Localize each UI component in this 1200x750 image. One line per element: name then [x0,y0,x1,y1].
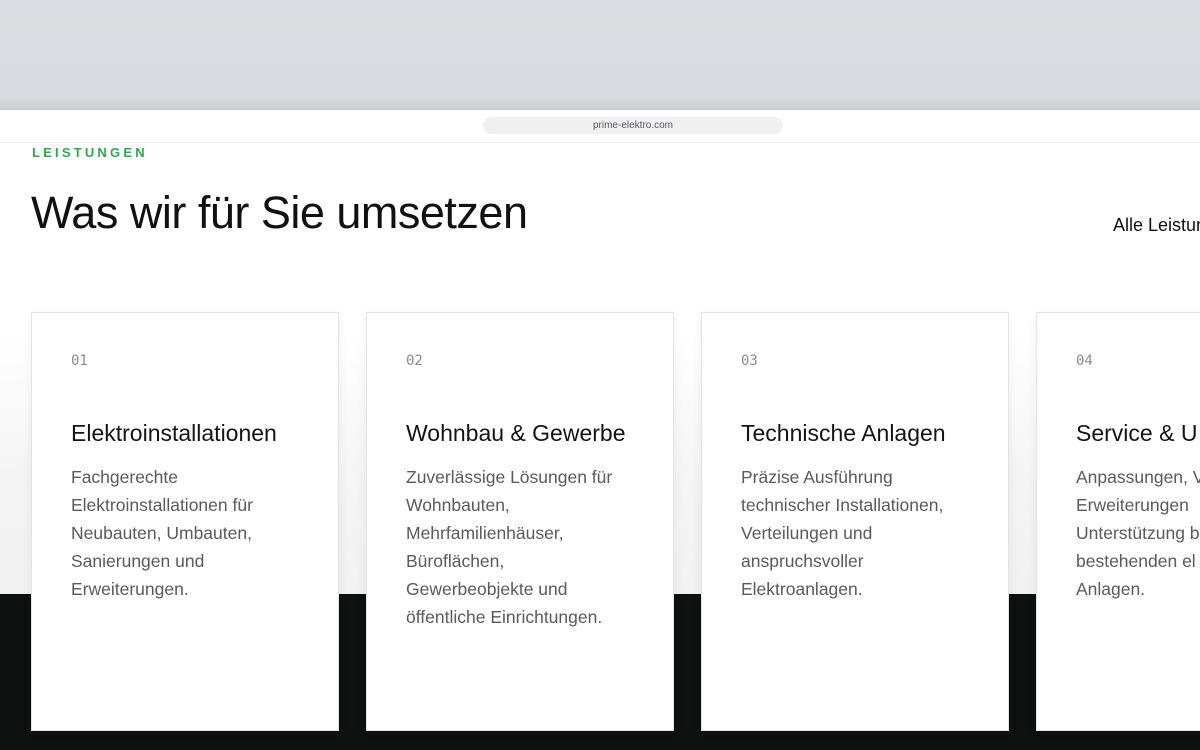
all-services-link[interactable]: Alle Leistungen [1113,215,1200,236]
url-field[interactable]: prime-elektro.com [483,117,783,134]
description-line: Anlagen. [1076,579,1146,599]
service-card-4[interactable]: 04 Service & U Anpassungen, V Erweiterun… [1036,312,1200,731]
description-line: Verteilungen und [741,523,873,543]
description-line: Elektroinstallationen für [71,495,253,515]
service-card-2[interactable]: 02 Wohnbau & Gewerbe Zuverlässige Lösung… [366,312,674,731]
service-card-1[interactable]: 01 Elektroinstallationen Fachgerechte El… [31,312,339,731]
card-number: 04 [1076,353,1093,369]
description-line: öffentliche Einrichtungen. [406,607,603,627]
description-line: Erweiterungen. [71,579,189,599]
description-line: Fachgerechte [71,467,179,487]
card-title: Technische Anlagen [741,420,946,446]
description-line: Neubauten, Umbauten, [71,523,252,543]
section-eyebrow: LEISTUNGEN [32,145,148,160]
description-line: Büroflächen, [406,551,505,571]
browser-top-chrome [0,0,1200,110]
card-number: 02 [406,353,423,369]
description-line: Elektroanlagen. [741,579,863,599]
card-title: Elektroinstallationen [71,420,277,446]
service-card-3[interactable]: 03 Technische Anlagen Präzise Ausführung… [701,312,1009,731]
card-description: Anpassungen, V Erweiterungen Unterstützu… [1076,463,1200,603]
section-title: Was wir für Sie umsetzen [31,187,528,238]
card-description: Zuverlässige Lösungen für Wohnbauten, Me… [406,463,656,631]
card-title: Wohnbau & Gewerbe [406,420,626,446]
description-line: Sanierungen und [71,551,205,571]
description-line: Erweiterungen [1076,495,1189,515]
description-line: technischer Installationen, [741,495,944,515]
card-number: 01 [71,353,88,369]
description-line: Wohnbauten, [406,495,510,515]
description-line: Präzise Ausführung [741,467,893,487]
card-number: 03 [741,353,758,369]
services-section: LEISTUNGEN Was wir für Sie umsetzen Alle… [0,143,1200,750]
description-line: Anpassungen, V [1076,467,1200,487]
description-line: Unterstützung b [1076,523,1200,543]
description-line: Zuverlässige Lösungen für [406,467,613,487]
card-title: Service & U [1076,420,1198,446]
description-line: Mehrfamilienhäuser, [406,523,564,543]
card-description: Präzise Ausführung technischer Installat… [741,463,991,603]
description-line: bestehenden el [1076,551,1196,571]
browser-address-bar: prime-elektro.com [0,110,1200,143]
description-line: anspruchsvoller [741,551,864,571]
description-line: Gewerbeobjekte und [406,579,568,599]
card-description: Fachgerechte Elektroinstallationen für N… [71,463,321,603]
